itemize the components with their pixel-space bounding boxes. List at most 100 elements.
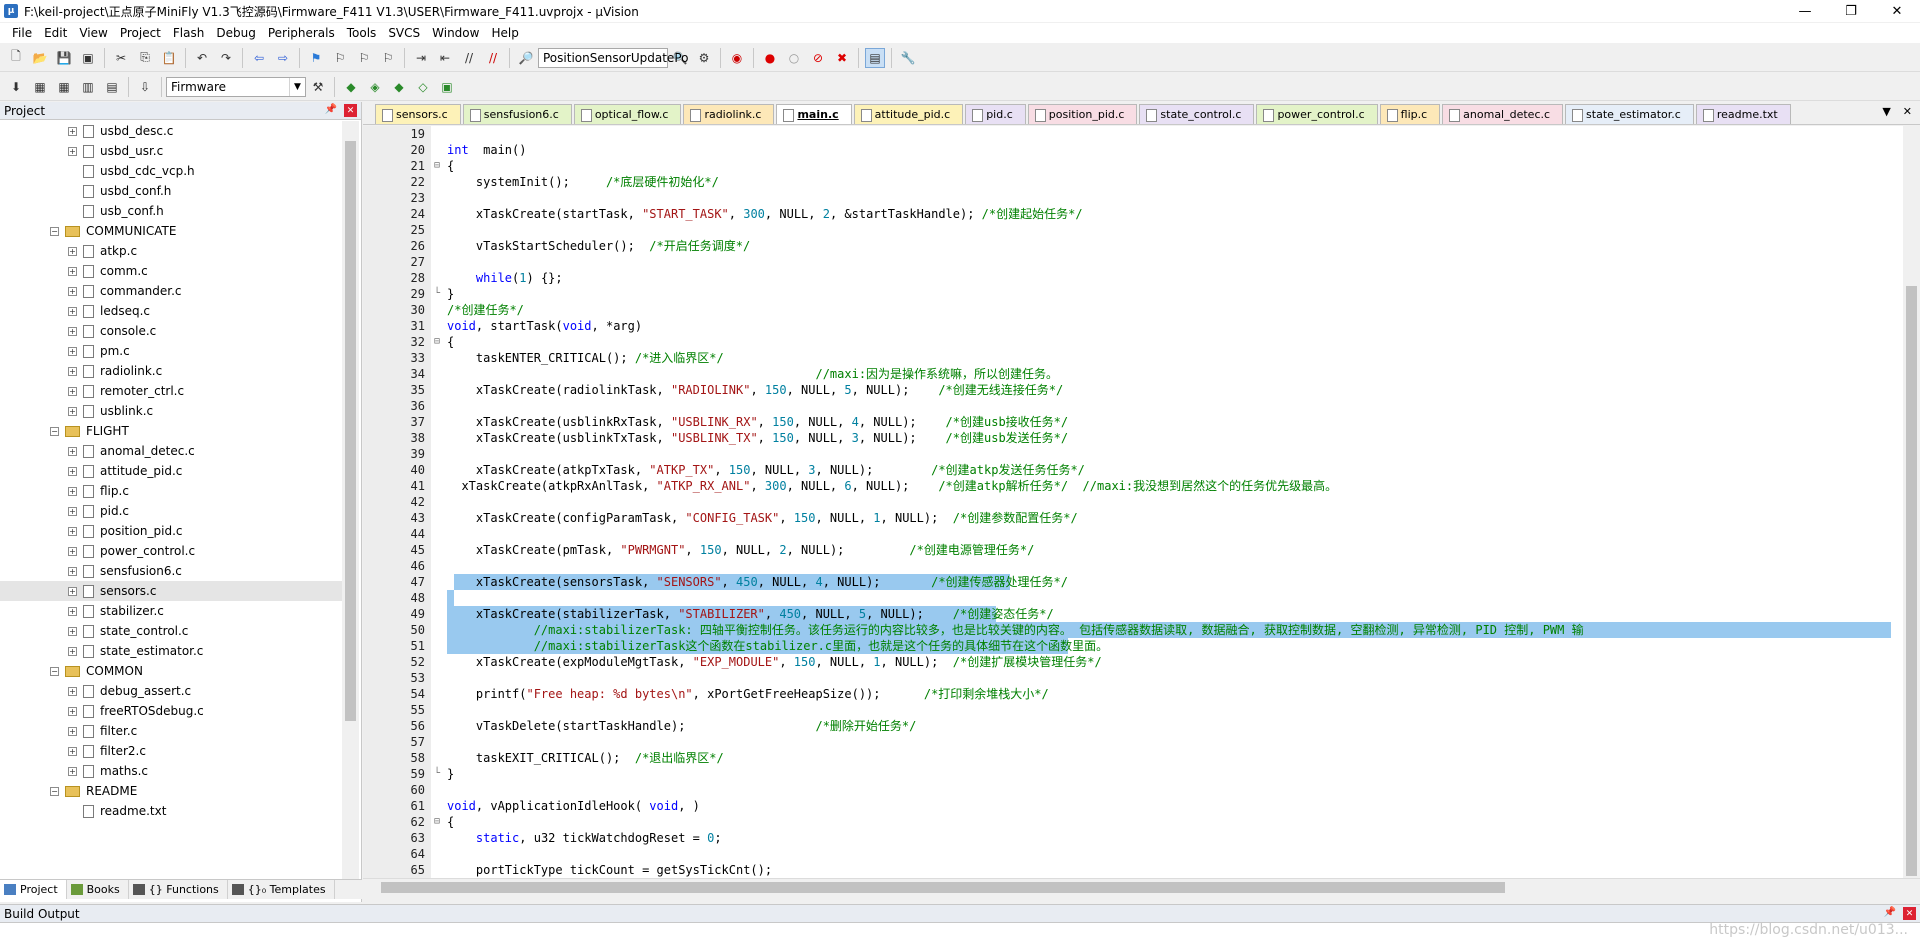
expand-icon[interactable]: + [68,506,77,516]
tree-file[interactable]: + anomal_detec.c [0,441,342,461]
expand-icon[interactable]: + [68,706,77,716]
editor-tab[interactable]: state_estimator.c [1565,104,1694,124]
navigate-back-icon[interactable]: ⇦ [249,48,269,68]
incremental-find-icon[interactable]: ⚙ [694,48,714,68]
translate-icon[interactable]: ⬇ [6,77,26,97]
tree-file[interactable]: usb_conf.h [0,201,342,221]
expand-icon[interactable]: + [68,346,77,356]
redo-icon[interactable]: ↷ [216,48,236,68]
code-line[interactable]: 65 portTickType tickCount = getSysTickCn… [363,862,1903,878]
code-line[interactable]: 43 xTaskCreate(configParamTask, "CONFIG_… [363,510,1903,526]
code-line[interactable]: 38 xTaskCreate(usblinkTxTask, "USBLINK_T… [363,430,1903,446]
expand-icon[interactable]: + [68,466,77,476]
editor-tab[interactable]: flip.c [1379,104,1441,124]
tree-file[interactable]: + sensors.c [0,581,342,601]
menu-edit[interactable]: Edit [38,26,73,40]
run-time-environment-icon[interactable]: ◆ [389,77,409,97]
expand-icon[interactable]: + [68,386,77,396]
pin-icon[interactable]: 📌 [1884,907,1896,918]
tree-file[interactable]: + radiolink.c [0,361,342,381]
scroll-thumb[interactable] [381,882,1505,893]
panel-tab-3[interactable]: {}₀ Templates [228,880,335,899]
code-line[interactable]: 32 ⊟{ [363,334,1903,350]
expand-icon[interactable]: + [68,126,77,136]
menu-view[interactable]: View [73,26,113,40]
stop-build-icon[interactable]: ▤ [102,77,122,97]
expand-icon[interactable]: + [68,246,77,256]
code-line[interactable]: 23 [363,190,1903,206]
indent-icon[interactable]: ⇥ [411,48,431,68]
tree-file[interactable]: + comm.c [0,261,342,281]
menu-file[interactable]: File [6,26,38,40]
expand-icon[interactable]: + [68,546,77,556]
close-panel-icon[interactable]: ✕ [344,104,357,117]
code-line[interactable]: 49 xTaskCreate(stabilizerTask, "STABILIZ… [363,606,1903,622]
code-line[interactable]: 58 taskEXIT_CRITICAL(); /*退出临界区*/ [363,750,1903,766]
expand-icon[interactable]: + [68,146,77,156]
tree-file[interactable]: + stabilizer.c [0,601,342,621]
expand-icon[interactable]: + [68,406,77,416]
close-panel-icon[interactable]: ✕ [1903,907,1916,920]
tree-group[interactable]: − FLIGHT [0,421,342,441]
tree-file[interactable]: + pm.c [0,341,342,361]
tree-file[interactable]: + remoter_ctrl.c [0,381,342,401]
code-line[interactable]: 48 [363,590,1903,606]
tree-group[interactable]: − COMMUNICATE [0,221,342,241]
tree-file[interactable]: + ledseq.c [0,301,342,321]
open-file-icon[interactable]: 📂 [30,48,50,68]
tree-file[interactable]: + pid.c [0,501,342,521]
code-line[interactable]: 36 [363,398,1903,414]
collapse-icon[interactable]: − [50,666,59,676]
find-in-files-icon[interactable]: 🔎 [516,48,536,68]
save-icon[interactable]: 💾 [54,48,74,68]
code-line[interactable]: 42 [363,494,1903,510]
panel-tab-1[interactable]: Books [67,880,129,899]
find-combo[interactable]: PositionSensorUpdatePo [538,47,688,68]
tree-file[interactable]: + state_control.c [0,621,342,641]
menu-flash[interactable]: Flash [167,26,210,40]
tree-file[interactable]: + state_estimator.c [0,641,342,661]
tree-file[interactable]: + freeRTOSdebug.c [0,701,342,721]
editor-tab[interactable]: readme.txt [1695,104,1791,124]
uncomment-icon[interactable]: // [483,48,503,68]
configure-icon[interactable]: 🔧 [898,48,918,68]
rebuild-icon[interactable]: ▦ [54,77,74,97]
panel-tab-2[interactable]: {} Functions [129,880,228,899]
code-line[interactable]: 24 xTaskCreate(startTask, "START_TASK", … [363,206,1903,222]
code-line[interactable]: 28 while(1) {}; [363,270,1903,286]
code-line[interactable]: 64 [363,846,1903,862]
pack-installer-icon[interactable]: ◇ [413,77,433,97]
code-line[interactable]: 59 └} [363,766,1903,782]
code-line[interactable]: 60 [363,782,1903,798]
code-line[interactable]: 54 printf("Free heap: %d bytes\n", xPort… [363,686,1903,702]
expand-icon[interactable]: + [68,766,77,776]
tree-file[interactable]: + maths.c [0,761,342,781]
tree-file[interactable]: + usbd_desc.c [0,121,342,141]
expand-icon[interactable]: + [68,306,77,316]
disable-breakpoints-icon[interactable]: ⊘ [808,48,828,68]
fold-marker[interactable]: ⊟ [431,814,443,830]
tree-file[interactable]: + filter.c [0,721,342,741]
code-line[interactable]: 63 static, u32 tickWatchdogReset = 0; [363,830,1903,846]
tree-file[interactable]: usbd_conf.h [0,181,342,201]
editor-tab[interactable]: position_pid.c [1027,104,1138,124]
code-line[interactable]: 53 [363,670,1903,686]
expand-icon[interactable]: + [68,746,77,756]
menu-help[interactable]: Help [485,26,524,40]
expand-icon[interactable]: + [68,686,77,696]
enable-breakpoint-icon[interactable]: ○ [784,48,804,68]
manage-components-icon[interactable]: ◆ [341,77,361,97]
code-line[interactable]: 62 ⊟{ [363,814,1903,830]
tree-file[interactable]: + power_control.c [0,541,342,561]
tree-file[interactable]: usbd_cdc_vcp.h [0,161,342,181]
code-line[interactable]: 20 int main() [363,142,1903,158]
menu-peripherals[interactable]: Peripherals [262,26,341,40]
comment-icon[interactable]: // [459,48,479,68]
target-combo[interactable]: Firmware ▼ [166,76,306,97]
expand-icon[interactable]: + [68,266,77,276]
pin-icon[interactable]: 📌 [325,104,337,115]
clear-bookmarks-icon[interactable]: ⚐ [378,48,398,68]
kill-breakpoints-icon[interactable]: ✖ [832,48,852,68]
collapse-icon[interactable]: − [50,786,59,796]
code-line[interactable]: 35 xTaskCreate(radiolinkTask, "RADIOLINK… [363,382,1903,398]
